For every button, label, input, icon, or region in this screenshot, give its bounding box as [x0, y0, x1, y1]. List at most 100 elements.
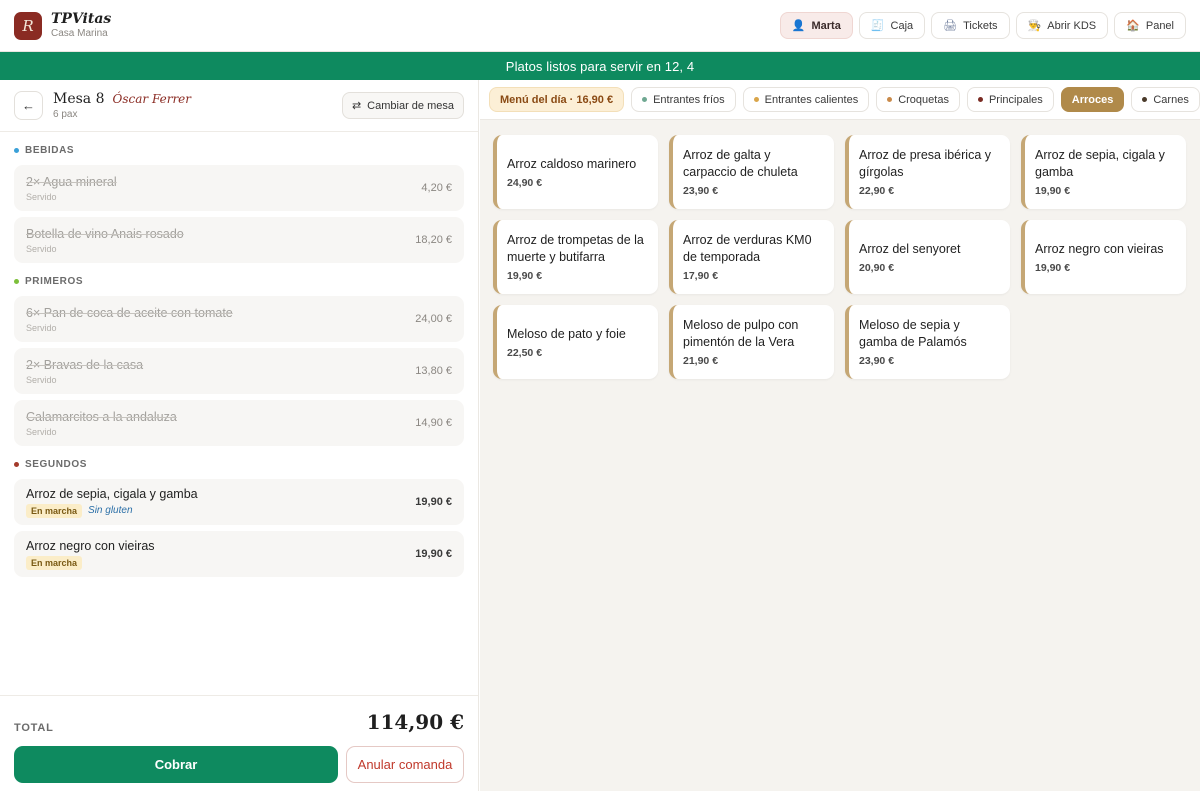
dish-price: 20,90 €: [859, 261, 895, 274]
section-dot: [14, 461, 19, 467]
category-tab[interactable]: Entrantes calientes: [742, 87, 870, 112]
order-item-price: 19,90 €: [415, 548, 452, 560]
dish-name: Arroz de verduras KM0 de temporada: [683, 233, 812, 264]
dish-card[interactable]: Arroz negro con vieiras 19,90 €: [1021, 220, 1186, 294]
pay-button[interactable]: Cobrar: [14, 746, 338, 783]
order-item[interactable]: Calamarcitos a la andaluza Servido 14,90 €: [14, 400, 464, 446]
nav-marta-button[interactable]: 👤 Marta: [779, 12, 853, 39]
nav-panel-button[interactable]: 🏠 Panel: [1114, 12, 1186, 39]
dish-card[interactable]: Meloso de pato y foie 22,50 €: [493, 305, 658, 379]
nav-tickets-button[interactable]: 🖨 Tickets: [931, 12, 1010, 39]
order-item-price: 19,90 €: [415, 496, 452, 508]
dish-name: Meloso de sepia y gamba de Palamós: [859, 318, 967, 349]
category-tab[interactable]: Croquetas: [876, 87, 960, 112]
nav-label: Abrir KDS: [1047, 19, 1097, 32]
order-item-name: Arroz negro con vieiras: [26, 538, 155, 553]
order-item-main: Botella de vino Anais rosado Servido: [26, 227, 184, 254]
category-dot: [977, 97, 983, 102]
pax-count: 6 pax: [53, 109, 78, 120]
dish-card[interactable]: Arroz de presa ibérica y gírgolas 22,90 €: [845, 135, 1010, 209]
section-dot: [14, 147, 19, 153]
dish-card[interactable]: Arroz de verduras KM0 de temporada 17,90 …: [669, 220, 834, 294]
category-label: Croquetas: [898, 93, 949, 106]
home-icon: 🏠: [1126, 20, 1140, 32]
order-item[interactable]: Botella de vino Anais rosado Servido 18,20…: [14, 217, 464, 263]
nav-caja-button[interactable]: 🧾 Caja: [858, 12, 926, 39]
dish-grid: Arroz caldoso marinero 24,90 € Arroz de ga…: [493, 135, 1186, 379]
nav-label: Tickets: [963, 19, 998, 32]
app-name: TPVitas: [51, 11, 112, 27]
dish-card[interactable]: Arroz caldoso marinero 24,90 €: [493, 135, 658, 209]
order-item-name: Botella de vino Anais rosado: [26, 226, 184, 241]
change-table-button[interactable]: ⇄ Cambiar de mesa: [341, 92, 464, 119]
dish-card[interactable]: Meloso de pulpo con pimentón de la Vera 2…: [669, 305, 834, 379]
order-item-main: 2× Bravas de la casa Servido: [26, 358, 143, 385]
cancel-order-button[interactable]: Anular comanda: [346, 746, 464, 783]
category-label: Entrantes calientes: [764, 93, 859, 106]
nav-label: Caja: [890, 19, 914, 32]
category-dot: [753, 97, 759, 102]
category-dot: [642, 97, 648, 102]
category-label: Carnes: [1153, 93, 1189, 106]
nav-label: Panel: [1145, 19, 1174, 32]
order-item[interactable]: 2× Bravas de la casa Servido 13,80 €: [14, 348, 464, 394]
order-item-main: Arroz negro con vieiras En marcha: [26, 539, 155, 570]
table-name: Mesa 8: [53, 91, 105, 107]
category-tab[interactable]: Arroces: [1060, 87, 1125, 112]
order-item-tags: En marcha: [26, 555, 155, 570]
top-nav: 👤 Marta 🧾 Caja 🖨 Tickets 👨‍🍳 Abrir KDS 🏠 Panel: [779, 12, 1186, 39]
nav-label: Marta: [811, 19, 841, 32]
order-item[interactable]: 2× Agua mineral Servido 4,20 €: [14, 165, 464, 211]
status-badge: En marcha: [26, 555, 83, 570]
dish-card[interactable]: Arroz del senyoret 20,90 €: [845, 220, 1010, 294]
section-title: PRIMEROS: [0, 274, 478, 288]
category-label: Arroces: [1071, 93, 1114, 106]
order-footer: TOTAL 114,90 € Cobrar Anular comanda: [0, 695, 478, 791]
section-title: SEGUNDOS: [0, 457, 478, 471]
dish-name: Arroz negro con vieiras: [1035, 241, 1164, 256]
order-item-status: Servido: [26, 191, 57, 202]
top-bar: R TPVitas Casa Marina 👤 Marta 🧾 Caja 🖨 Ticket…: [0, 0, 1200, 52]
brand: R TPVitas Casa Marina: [14, 11, 111, 40]
order-item-name: Arroz de sepia, cigala y gamba: [26, 486, 198, 501]
dish-price: 19,90 €: [1035, 185, 1071, 197]
category-tab[interactable]: Principales: [966, 87, 1054, 112]
dish-price: 23,90 €: [859, 355, 895, 367]
dish-card[interactable]: Arroz de galta y carpaccio de chuleta 23,…: [669, 135, 834, 209]
section-title: BEBIDAS: [0, 143, 478, 157]
category-label: Menú del día · 16,90 €: [500, 93, 614, 106]
section-label: SEGUNDOS: [25, 458, 88, 470]
dish-price: 24,90 €: [507, 176, 543, 189]
order-item-main: Arroz de sepia, cigala y gamba En marcha S…: [26, 487, 198, 518]
dish-price: 22,50 €: [507, 346, 543, 359]
order-item-status: Servido: [26, 243, 57, 254]
dish-name: Arroz del senyoret: [859, 241, 961, 256]
restaurant-name: Casa Marina: [51, 28, 108, 39]
category-bar: Menú del día · 16,90 € Entrantes fríos Ent…: [480, 80, 1200, 120]
dish-name: Meloso de pato y foie: [507, 326, 626, 341]
status-badge: En marcha: [26, 503, 83, 518]
order-panel: ← Mesa 8 Óscar Ferrer 6 pax ⇄ Cambiar de…: [0, 80, 479, 791]
dish-card[interactable]: Arroz de sepia, cigala y gamba 19,90 €: [1021, 135, 1186, 209]
total-amount: 114,90 €: [366, 710, 464, 734]
receipt-icon: 🧾: [870, 20, 885, 32]
order-item-name: 2× Agua mineral: [26, 174, 117, 189]
order-header: ← Mesa 8 Óscar Ferrer 6 pax ⇄ Cambiar de…: [0, 80, 478, 132]
order-item[interactable]: 6× Pan de coca de aceite con tomate Servi…: [14, 296, 464, 342]
category-tab[interactable]: Entrantes fríos: [631, 87, 736, 112]
back-button[interactable]: ←: [14, 91, 43, 120]
category-tab[interactable]: Menú del día · 16,90 €: [489, 87, 625, 112]
user-icon: 👤: [791, 20, 806, 32]
order-item-main: 2× Agua mineral Servido: [26, 175, 117, 202]
category-tab[interactable]: Carnes: [1131, 87, 1200, 112]
nav-abrir-kds-button[interactable]: 👨‍🍳 Abrir KDS: [1015, 12, 1109, 39]
order-item[interactable]: Arroz negro con vieiras En marcha 19,90 €: [14, 531, 464, 577]
category-label: Entrantes fríos: [653, 93, 725, 106]
dish-card[interactable]: Arroz de trompetas de la muerte y butifa…: [493, 220, 658, 294]
item-note: Sin gluten: [88, 505, 133, 516]
order-item[interactable]: Arroz de sepia, cigala y gamba En marcha S…: [14, 479, 464, 525]
dish-card[interactable]: Meloso de sepia y gamba de Palamós 23,90 …: [845, 305, 1010, 379]
dish-price: 17,90 €: [683, 270, 719, 282]
order-item-price: 4,20 €: [421, 182, 452, 194]
section-label: BEBIDAS: [25, 144, 75, 156]
